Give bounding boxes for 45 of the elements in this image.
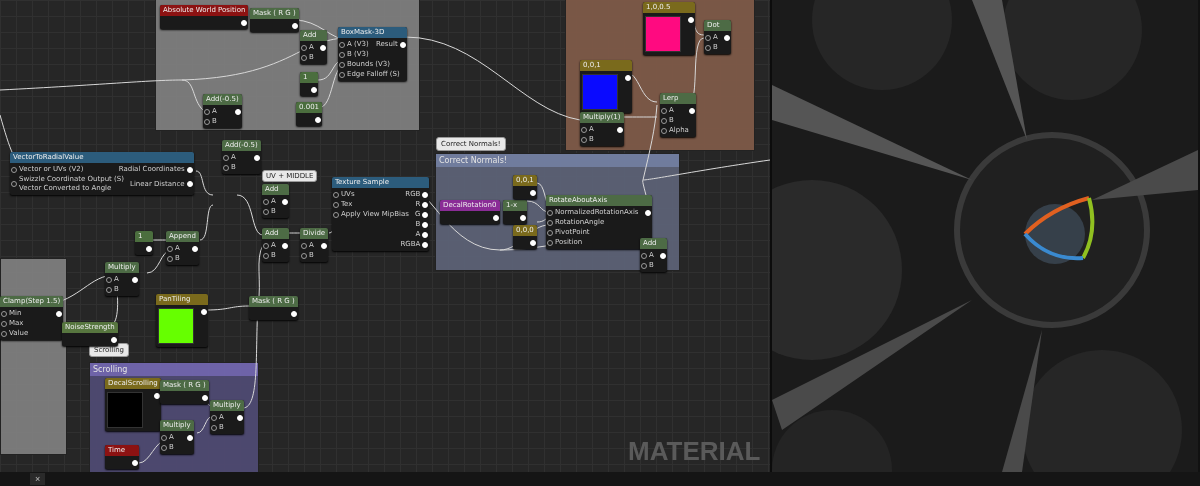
output-pin-icon[interactable] [688, 16, 694, 23]
output-pin-icon[interactable] [281, 198, 288, 205]
output-pin-icon[interactable] [153, 392, 160, 399]
output-pin-icon[interactable] [236, 414, 243, 421]
output-pin-icon[interactable] [530, 189, 536, 196]
output-pin-icon[interactable] [290, 310, 297, 317]
output-pin-icon[interactable] [723, 34, 730, 41]
output-pin-icon[interactable] [422, 191, 429, 198]
output-pin-icon[interactable] [186, 434, 193, 441]
output-pin-icon[interactable] [520, 214, 526, 221]
output-pin-icon[interactable] [234, 108, 241, 115]
output-pin-icon[interactable] [530, 239, 536, 246]
output-pin-icon[interactable] [110, 336, 117, 343]
output-pin-icon[interactable] [281, 242, 288, 249]
output-pin-icon[interactable] [56, 310, 63, 317]
output-pin-icon[interactable] [311, 86, 317, 93]
output-pin-icon[interactable] [422, 231, 429, 238]
comment-title: Scrolling [90, 363, 258, 376]
output-pin-icon[interactable] [186, 166, 193, 173]
output-pin-icon[interactable] [321, 242, 328, 249]
close-tab-button[interactable]: × [30, 473, 46, 485]
output-pin-icon[interactable] [201, 394, 208, 401]
output-pin-icon[interactable] [422, 221, 429, 228]
output-pin-icon[interactable] [625, 74, 631, 81]
output-pin-icon[interactable] [319, 44, 326, 51]
output-pin-icon[interactable] [131, 276, 138, 283]
output-pin-icon[interactable] [688, 107, 695, 114]
output-pin-icon[interactable] [422, 211, 429, 218]
output-pin-icon[interactable] [241, 19, 248, 26]
comment-title: Correct Normals! [436, 154, 679, 167]
output-pin-icon[interactable] [191, 245, 198, 252]
output-pin-icon[interactable] [146, 245, 152, 252]
output-pin-icon[interactable] [201, 308, 207, 315]
output-pin-icon[interactable] [132, 459, 138, 466]
output-pin-icon[interactable] [315, 116, 322, 123]
output-pin-icon[interactable] [253, 154, 260, 161]
output-pin-icon[interactable] [644, 209, 651, 216]
output-pin-icon[interactable] [492, 214, 499, 221]
output-pin-icon[interactable] [422, 241, 429, 248]
output-pin-icon[interactable] [659, 252, 666, 259]
output-pin-icon[interactable] [616, 126, 623, 133]
output-pin-icon[interactable] [186, 181, 193, 187]
output-pin-icon[interactable] [422, 201, 429, 208]
output-pin-icon[interactable] [291, 22, 298, 29]
output-pin-icon[interactable] [399, 41, 406, 48]
